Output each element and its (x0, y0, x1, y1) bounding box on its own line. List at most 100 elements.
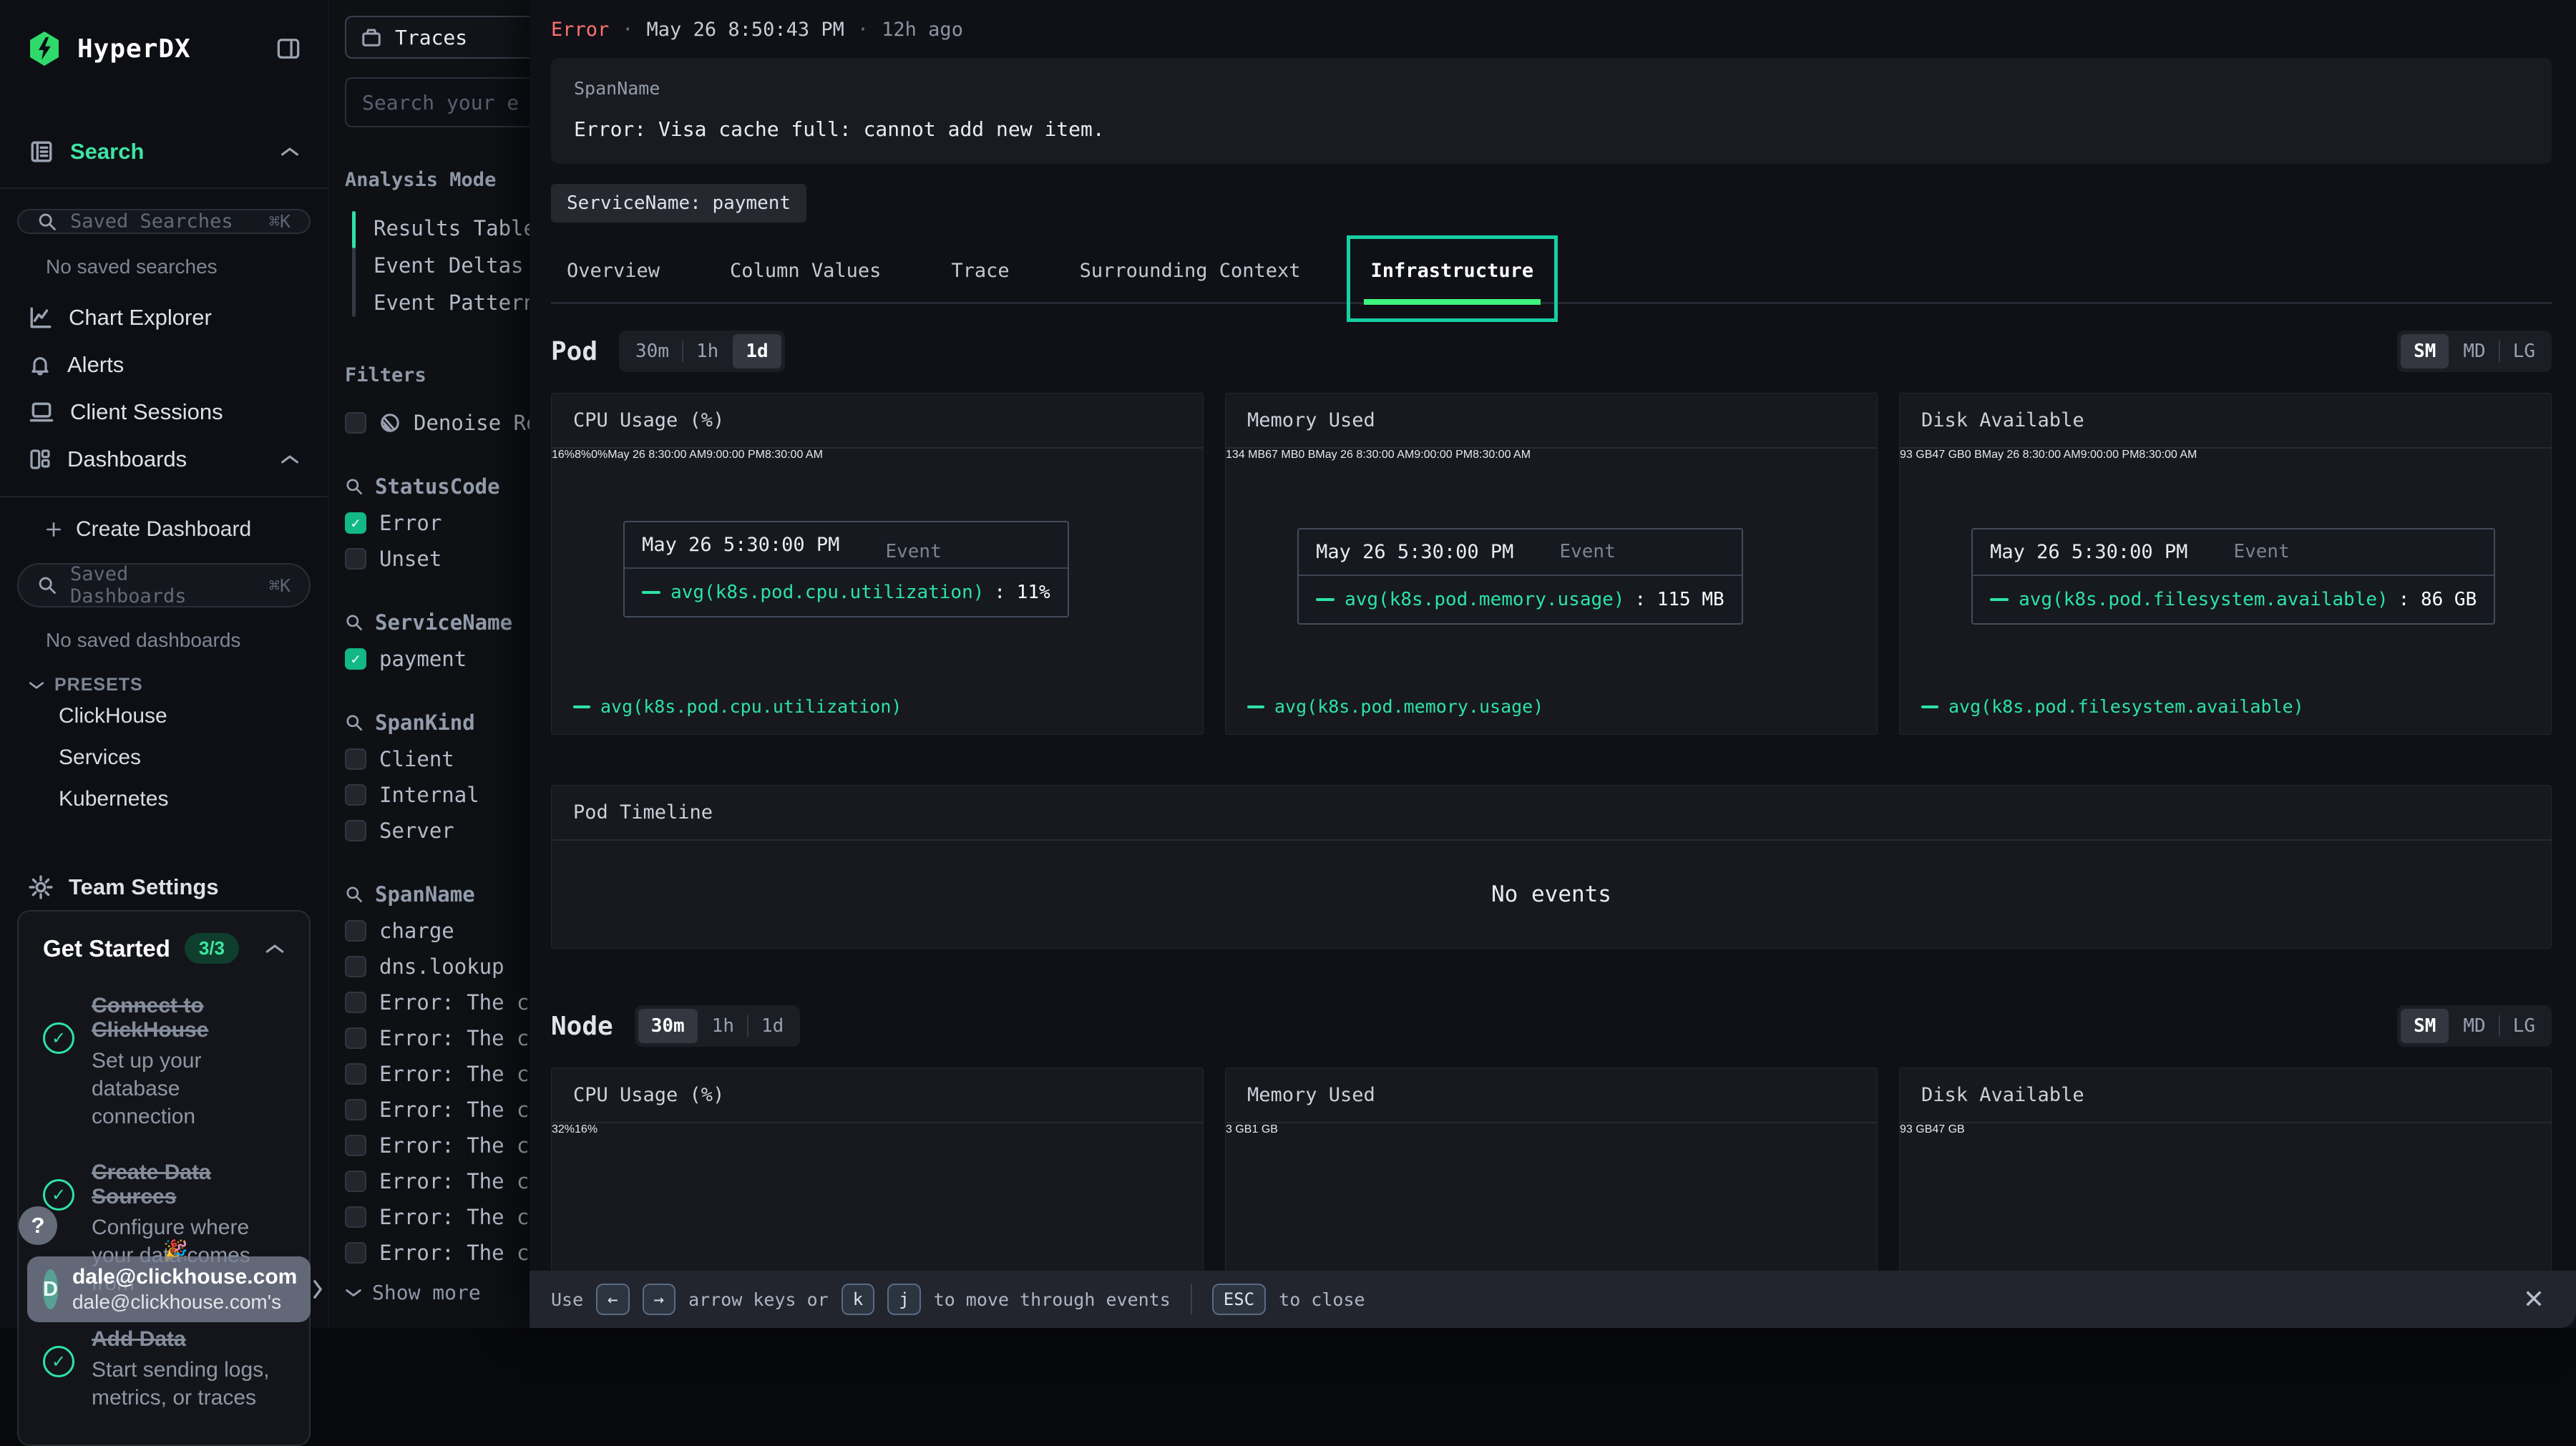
pod-size-sm[interactable]: SM (2401, 334, 2449, 368)
node-size-lg[interactable]: LG (2500, 1009, 2548, 1043)
tab-overview[interactable]: Overview (552, 250, 674, 302)
denoise-toggle[interactable]: Denoise Re (345, 405, 530, 441)
get-started-step[interactable]: ✓Add DataStart sending logs, metrics, or… (43, 1327, 285, 1412)
filter-option[interactable]: ✓payment (345, 641, 530, 677)
close-icon[interactable]: ✕ (2523, 1284, 2545, 1314)
chevron-up-icon[interactable] (265, 943, 285, 954)
k-key[interactable]: k (841, 1284, 874, 1315)
unchecked-checkbox[interactable] (345, 548, 366, 570)
arrow-right-key[interactable]: → (643, 1284, 675, 1315)
filter-option[interactable]: Error: The cr (345, 1199, 530, 1235)
chart-plot-area[interactable]: 16%8%0%May 26 8:30:00 AM9:00:00 PM8:30:0… (552, 449, 1203, 689)
filter-group-header[interactable]: SpanName (345, 876, 530, 913)
get-started-step[interactable]: ✓Connect to ClickHouseSet up your databa… (43, 994, 285, 1130)
filter-option[interactable]: Error: The cr (345, 1056, 530, 1092)
node-range-30m[interactable]: 30m (638, 1009, 698, 1043)
sidebar-item-client-sessions[interactable]: Client Sessions (17, 389, 311, 436)
pod-range-30m[interactable]: 30m (623, 334, 682, 368)
service-name-chip[interactable]: ServiceName: payment (551, 184, 806, 223)
checked-checkbox[interactable]: ✓ (345, 648, 366, 670)
filters-label: Filters (345, 364, 530, 386)
filter-option[interactable]: Internal (345, 777, 530, 813)
pod-size-md[interactable]: MD (2450, 334, 2498, 368)
pod-section-title: Pod (551, 337, 597, 366)
unchecked-checkbox[interactable] (345, 1242, 366, 1264)
filter-option[interactable]: Error: The cr (345, 1163, 530, 1199)
pod-range-1d[interactable]: 1d (733, 334, 781, 368)
pod-size-lg[interactable]: LG (2500, 334, 2548, 368)
unchecked-checkbox[interactable] (345, 1135, 366, 1156)
filter-option[interactable]: Client (345, 741, 530, 777)
filter-option[interactable]: dns.lookup (345, 949, 530, 985)
user-menu[interactable]: D dale@clickhouse.com dale@clickhouse.co… (27, 1256, 311, 1322)
unchecked-checkbox[interactable] (345, 956, 366, 977)
sidebar-item-chart-explorer[interactable]: Chart Explorer (17, 294, 311, 341)
event-search-input[interactable]: Search your e (345, 77, 530, 127)
unchecked-checkbox[interactable] (345, 1063, 366, 1085)
help-button[interactable]: ? (19, 1206, 57, 1245)
unchecked-checkbox[interactable] (345, 920, 366, 942)
node-size-sm[interactable]: SM (2401, 1009, 2449, 1043)
analysis-mode-event-deltas[interactable]: Event Deltas (374, 247, 530, 284)
node-size-md[interactable]: MD (2450, 1009, 2498, 1043)
filter-option[interactable]: Error: The cr (345, 985, 530, 1020)
unchecked-checkbox[interactable] (345, 1027, 366, 1049)
sidebar-collapse-icon[interactable] (276, 38, 301, 59)
analysis-mode-event-patterns[interactable]: Event Patterns (374, 284, 530, 321)
create-dashboard-button[interactable]: Create Dashboard (17, 510, 311, 549)
tooltip-series-name: avg(k8s.pod.cpu.utilization) (670, 582, 984, 603)
tab-infrastructure[interactable]: Infrastructure (1357, 250, 1548, 302)
esc-key[interactable]: ESC (1212, 1284, 1266, 1315)
unchecked-checkbox[interactable] (345, 1206, 366, 1228)
saved-dashboards-input[interactable]: Saved Dashboards ⌘K (17, 563, 311, 607)
unchecked-checkbox[interactable] (345, 1099, 366, 1120)
node-range-1d[interactable]: 1d (748, 1009, 796, 1043)
show-more-button[interactable]: Show more (345, 1281, 530, 1304)
filter-group-header[interactable]: ServiceName (345, 604, 530, 641)
unchecked-checkbox[interactable] (345, 748, 366, 770)
arrow-left-key[interactable]: ← (596, 1284, 629, 1315)
chart-plot-area[interactable]: 93 GB47 GB0 BMay 26 8:30:00 AM9:00:00 PM… (1900, 449, 2551, 689)
sidebar-item-team-settings[interactable]: Team Settings (17, 864, 311, 910)
sidebar-item-alerts[interactable]: Alerts (17, 341, 311, 389)
filter-group-header[interactable]: StatusCode (345, 468, 530, 505)
filter-option[interactable]: Error: The cr (345, 1020, 530, 1056)
metric-card-title: Memory Used (1247, 1084, 1375, 1106)
unchecked-checkbox[interactable] (345, 784, 366, 806)
filter-option[interactable]: Unset (345, 541, 530, 577)
filter-option[interactable]: ✓Error (345, 505, 530, 541)
denoise-checkbox[interactable] (345, 412, 366, 434)
sidebar-item-dashboards[interactable]: Dashboards (17, 436, 311, 483)
source-select[interactable]: Traces (345, 16, 530, 59)
sidebar-preset-services[interactable]: Services (17, 737, 311, 778)
unchecked-checkbox[interactable] (345, 992, 366, 1013)
filter-option-label: dns.lookup (379, 954, 504, 979)
filter-option[interactable]: charge (345, 913, 530, 949)
node-range-1h[interactable]: 1h (699, 1009, 747, 1043)
filter-group-header[interactable]: SpanKind (345, 704, 530, 741)
sidebar-preset-kubernetes[interactable]: Kubernetes (17, 778, 311, 820)
get-started-header[interactable]: Get Started 3/3 (43, 933, 285, 964)
saved-searches-input[interactable]: Saved Searches ⌘K (17, 209, 311, 234)
tab-trace[interactable]: Trace (937, 250, 1023, 302)
filter-option[interactable]: Error: The cr (345, 1128, 530, 1163)
filter-option[interactable]: Error: The cr (345, 1235, 530, 1271)
unchecked-checkbox[interactable] (345, 820, 366, 841)
presets-toggle[interactable]: PRESETS (17, 675, 311, 695)
filter-option[interactable]: Error: The cr (345, 1092, 530, 1128)
chevron-up-icon (280, 454, 299, 465)
j-key[interactable]: j (887, 1284, 920, 1315)
sidebar-item-search[interactable]: Search (17, 129, 311, 175)
search-icon (345, 477, 364, 496)
sidebar-preset-clickhouse[interactable]: ClickHouse (17, 695, 311, 737)
unchecked-checkbox[interactable] (345, 1171, 366, 1192)
metric-card-title: Memory Used (1247, 409, 1375, 431)
pod-range-1h[interactable]: 1h (683, 334, 731, 368)
filter-option[interactable]: Server (345, 813, 530, 849)
checked-checkbox[interactable]: ✓ (345, 512, 366, 534)
tab-column-values[interactable]: Column Values (716, 250, 895, 302)
tab-surrounding-context[interactable]: Surrounding Context (1065, 250, 1315, 302)
chart-plot-area[interactable]: 134 MB67 MB0 BMay 26 8:30:00 AM9:00:00 P… (1226, 449, 1877, 689)
tooltip-series-row: avg(k8s.pod.cpu.utilization): 11% (625, 567, 1068, 616)
analysis-mode-results-table[interactable]: Results Table (374, 210, 530, 247)
